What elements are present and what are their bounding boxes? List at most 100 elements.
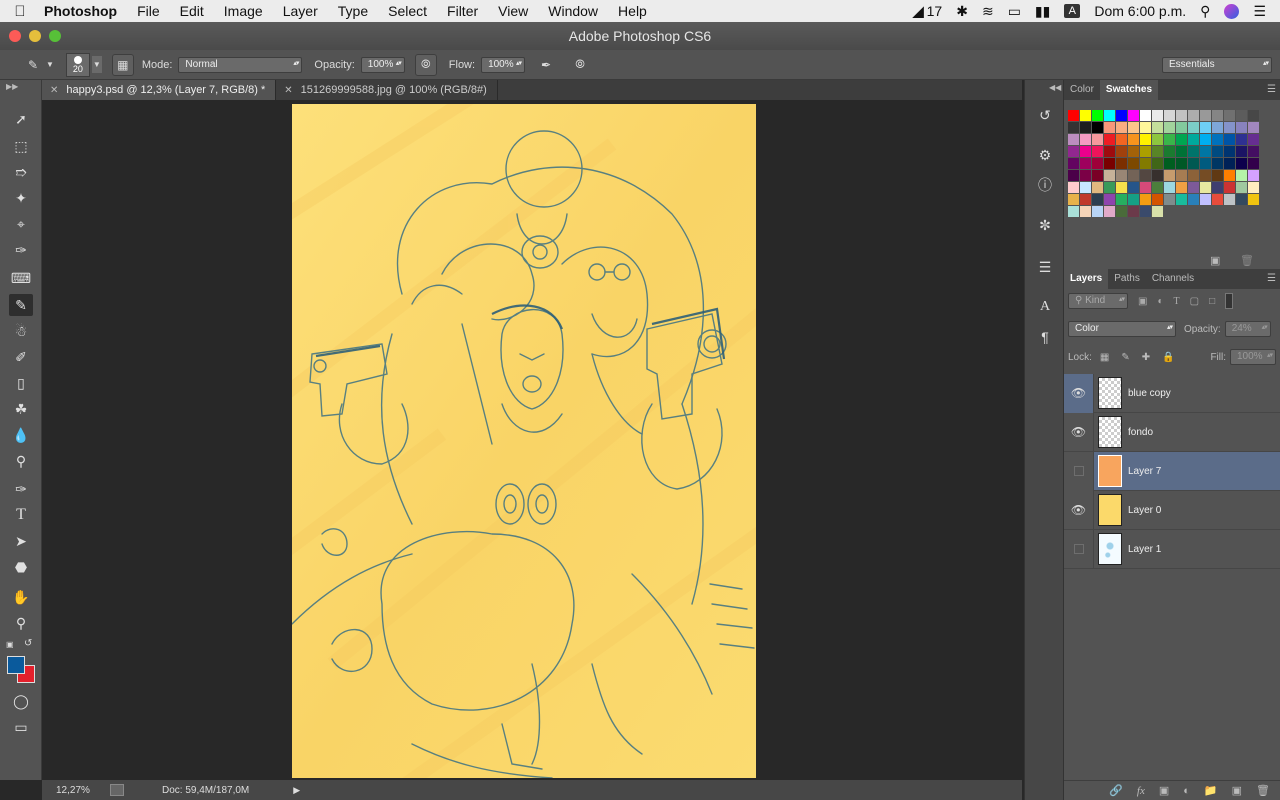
menu-type[interactable]: Type <box>328 3 378 19</box>
color-swatch[interactable] <box>1140 206 1151 217</box>
tablet-pressure-opacity-icon[interactable]: ⦾ <box>414 53 437 76</box>
color-swatch[interactable] <box>1224 146 1235 157</box>
new-layer-icon[interactable]: ▣ <box>1232 784 1242 797</box>
type-tool-icon[interactable]: T <box>9 504 33 526</box>
spotlight-search-icon[interactable]: ⚲ <box>1200 3 1210 20</box>
healing-brush-tool-icon[interactable]: ⌨ <box>9 267 33 289</box>
move-tool-icon[interactable]: ➚ <box>9 108 33 130</box>
apple-icon[interactable]:  <box>0 3 40 20</box>
color-swatch[interactable] <box>1236 122 1247 133</box>
color-swatch[interactable] <box>1212 134 1223 145</box>
color-swatch[interactable] <box>1092 206 1103 217</box>
color-swatch[interactable] <box>1200 182 1211 193</box>
color-swatch[interactable] <box>1128 146 1139 157</box>
color-swatch[interactable] <box>1104 122 1115 133</box>
minimize-window-button[interactable] <box>29 30 41 42</box>
color-swatch[interactable] <box>1080 122 1091 133</box>
color-swatch[interactable] <box>1092 170 1103 181</box>
color-swatch[interactable] <box>1080 194 1091 205</box>
document-canvas[interactable] <box>292 104 756 778</box>
color-swatch[interactable] <box>1176 134 1187 145</box>
menu-layer[interactable]: Layer <box>273 3 328 19</box>
color-swatch[interactable] <box>1188 134 1199 145</box>
color-swatch[interactable] <box>1080 110 1091 121</box>
color-swatch[interactable] <box>1200 194 1211 205</box>
adjustments-panel-icon[interactable]: ☰ <box>1034 256 1056 278</box>
hand-tool-icon[interactable]: ✋ <box>9 586 33 608</box>
color-swatch[interactable] <box>1152 182 1163 193</box>
battery-icon[interactable]: ▮▮ <box>1035 3 1050 20</box>
color-swatch[interactable] <box>1188 110 1199 121</box>
brush-tool-icon[interactable]: ✎ <box>9 294 33 316</box>
layer-visibility-toggle[interactable]: 👁 <box>1064 412 1094 452</box>
layer-visibility-toggle[interactable] <box>1064 451 1094 491</box>
color-swatch[interactable] <box>1128 194 1139 205</box>
color-swatch[interactable] <box>1104 146 1115 157</box>
color-swatch[interactable] <box>1140 194 1151 205</box>
color-swatch[interactable] <box>1152 194 1163 205</box>
color-swatch[interactable] <box>1080 146 1091 157</box>
color-swatch[interactable] <box>1236 158 1247 169</box>
color-swatch[interactable] <box>1200 122 1211 133</box>
color-swatch[interactable] <box>1104 158 1115 169</box>
fill-field[interactable]: 100% <box>1230 349 1276 365</box>
color-swatch[interactable] <box>1248 158 1259 169</box>
color-swatch[interactable] <box>1152 206 1163 217</box>
color-swatch[interactable] <box>1128 170 1139 181</box>
notification-center-icon[interactable]: ☰ <box>1253 3 1266 20</box>
color-swatch[interactable] <box>1128 134 1139 145</box>
color-swatch[interactable] <box>1176 110 1187 121</box>
color-swatch[interactable] <box>1116 110 1127 121</box>
color-swatch[interactable] <box>1092 110 1103 121</box>
tab-jpg[interactable]: ✕ 151269999588.jpg @ 100% (RGB/8#) <box>276 80 498 100</box>
color-swatch[interactable] <box>1248 110 1259 121</box>
color-swatch[interactable] <box>1236 182 1247 193</box>
lasso-tool-icon[interactable]: ➱ <box>9 161 33 183</box>
zoom-window-button[interactable] <box>49 30 61 42</box>
color-swatch[interactable] <box>1164 110 1175 121</box>
tab-swatches[interactable]: Swatches <box>1099 80 1159 100</box>
color-swatch[interactable] <box>1236 134 1247 145</box>
color-swatch[interactable] <box>1128 182 1139 193</box>
strip-collapse-icon[interactable]: ◀◀ <box>1049 83 1061 92</box>
color-swatch[interactable] <box>1200 158 1211 169</box>
add-mask-icon[interactable]: ▣ <box>1159 784 1169 797</box>
color-swatch[interactable] <box>1224 110 1235 121</box>
new-group-icon[interactable]: 📁 <box>1204 784 1218 797</box>
menu-image[interactable]: Image <box>214 3 273 19</box>
swatches-panel-menu-icon[interactable]: ☰ <box>1267 80 1280 100</box>
color-swatch[interactable] <box>1176 122 1187 133</box>
layer-row[interactable]: Layer 1 <box>1064 529 1280 569</box>
brush-tool-preset-icon[interactable]: ✎ <box>22 54 44 76</box>
color-swatch[interactable] <box>1092 182 1103 193</box>
color-swatch[interactable] <box>1140 134 1151 145</box>
color-swatch[interactable] <box>1152 122 1163 133</box>
color-swatch[interactable] <box>1200 146 1211 157</box>
tab-channels[interactable]: Channels <box>1146 269 1200 289</box>
lock-position-icon[interactable]: ✚ <box>1142 352 1150 363</box>
layer-row[interactable]: 👁 fondo <box>1064 412 1280 452</box>
layer-name[interactable]: fondo <box>1128 427 1153 438</box>
color-swatch[interactable] <box>1140 158 1151 169</box>
color-swatch[interactable] <box>1200 134 1211 145</box>
character-panel-icon[interactable]: A <box>1034 296 1056 318</box>
marquee-tool-icon[interactable]: ⬚ <box>9 135 33 157</box>
path-selection-tool-icon[interactable]: ➤ <box>9 530 33 552</box>
zoom-tool-icon[interactable]: ⚲ <box>9 612 33 634</box>
color-swatch[interactable] <box>1068 170 1079 181</box>
filter-toggle-switch[interactable] <box>1225 293 1234 309</box>
color-swatch[interactable] <box>1224 182 1235 193</box>
brush-size-arrow-icon[interactable]: ▼ <box>91 56 102 73</box>
paint-bucket-tool-icon[interactable]: ☘ <box>9 398 33 420</box>
color-swatch[interactable] <box>1080 170 1091 181</box>
color-swatch[interactable] <box>1164 170 1175 181</box>
layer-row[interactable]: Layer 7 <box>1064 451 1280 491</box>
color-swatch[interactable] <box>1188 170 1199 181</box>
color-swatch[interactable] <box>1140 182 1151 193</box>
color-swatch[interactable] <box>1068 158 1079 169</box>
color-swatch[interactable] <box>1152 146 1163 157</box>
close-tab-icon[interactable]: ✕ <box>284 85 292 96</box>
clone-stamp-tool-icon[interactable]: ☃ <box>9 320 33 342</box>
color-swatch[interactable] <box>1080 134 1091 145</box>
tools-collapse-icon[interactable]: ▶▶ <box>6 82 18 91</box>
